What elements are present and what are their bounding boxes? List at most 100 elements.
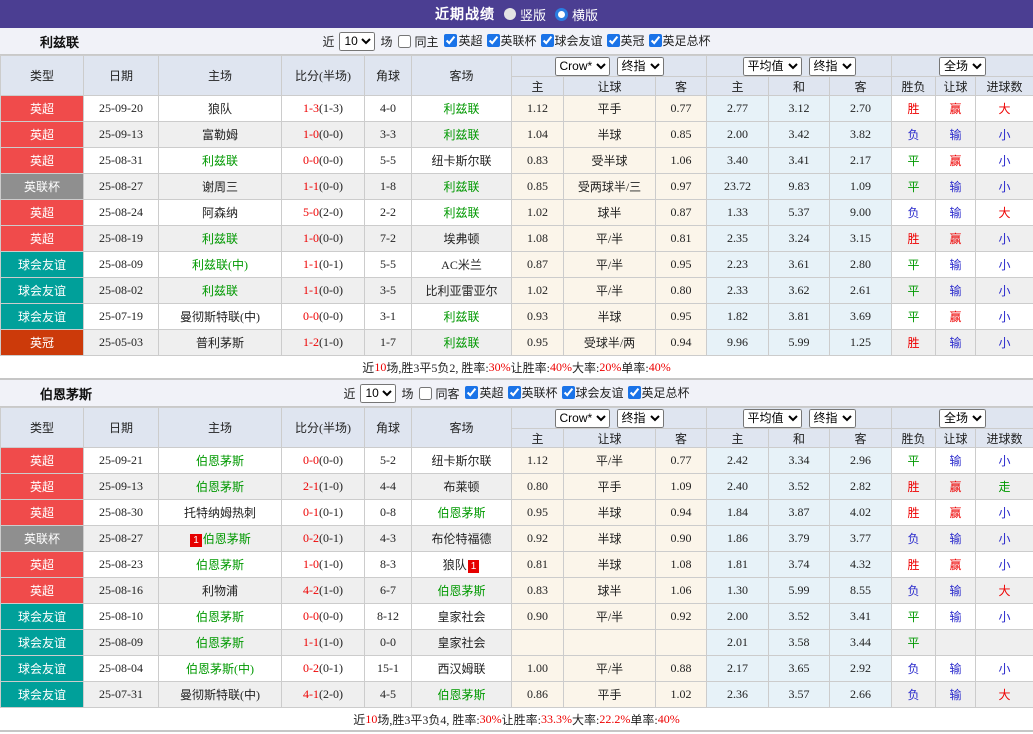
col-header-away: 客场 [412,408,512,448]
fulltime-score: 0-0 [303,453,319,467]
avg-away-odds: 2.61 [830,278,892,304]
handicap-line: 球半 [564,578,656,604]
result-goals: 大 [976,578,1033,604]
fulltime-score: 1-0 [303,231,319,245]
avg-draw-odds: 3.24 [769,226,830,252]
result-outcome: 平 [892,148,936,174]
match-date: 25-09-21 [84,448,159,474]
avg-home-odds: 1.86 [707,526,769,552]
league-filter[interactable]: 球会友谊 [537,32,603,49]
league-badge: 球会友谊 [1,656,84,682]
bookmaker-select[interactable]: Crow* [555,409,610,428]
horizontal-layout-radio[interactable]: 横版 [555,5,598,24]
league-filter-label: 英超 [458,32,482,49]
league-filter[interactable]: 英足总杯 [645,32,711,49]
team-label: 利兹联 [443,128,479,142]
sub-header-crow-away: 客 [656,429,707,448]
match-row: 英超25-08-24阿森纳5-0(2-0)2-2利兹联1.02球半0.871.3… [1,200,1033,226]
corner-score: 4-3 [365,526,412,552]
team-label: 曼彻斯特联(中) [180,310,260,324]
avg-home-odds: 9.96 [707,330,769,356]
league-filter[interactable]: 英联杯 [504,384,558,401]
league-filter-label: 英冠 [621,32,645,49]
fulltime-score: 0-2 [303,531,319,545]
league-badge: 球会友谊 [1,278,84,304]
odds-stage-select[interactable]: 终指 [617,409,664,428]
halftime-score: (0-0) [319,153,343,167]
league-filter-checkbox[interactable] [541,34,554,47]
league-filter[interactable]: 英超 [461,384,503,401]
home-team: 利物浦 [159,578,282,604]
bookmaker-select[interactable]: Crow* [555,57,610,76]
average-stage-select[interactable]: 终指 [809,57,856,76]
league-filter[interactable]: 英超 [440,32,482,49]
avg-away-odds: 9.00 [830,200,892,226]
summary-stat-label: 大率: [572,711,599,728]
fulltime-score: 1-3 [303,101,319,115]
league-badge: 英超 [1,122,84,148]
result-handicap: 输 [936,174,976,200]
home-team: 伯恩茅斯 [159,448,282,474]
home-team: 伯恩茅斯 [159,474,282,500]
league-filter-checkbox[interactable] [628,386,641,399]
league-filter[interactable]: 英冠 [603,32,645,49]
league-filter-checkbox[interactable] [508,386,521,399]
odds-stage-select[interactable]: 终指 [617,57,664,76]
summary-stat-value: 40% [658,712,680,727]
league-badge: 英冠 [1,330,84,356]
radio-unselected-icon[interactable] [504,8,516,20]
avg-away-odds: 2.66 [830,682,892,708]
home-team: 利兹联 [159,278,282,304]
corner-score: 4-5 [365,682,412,708]
league-filter-checkbox[interactable] [487,34,500,47]
avg-away-odds: 1.25 [830,330,892,356]
avg-away-odds: 2.82 [830,474,892,500]
average-select[interactable]: 平均值 [743,57,802,76]
league-filter[interactable]: 英足总杯 [624,384,690,401]
away-team: 利兹联 [412,330,512,356]
sub-header-avg-home: 主 [707,429,769,448]
result-handicap: 输 [936,200,976,226]
league-filter-checkbox[interactable] [562,386,575,399]
league-filter-checkbox[interactable] [649,34,662,47]
radio-selected-icon[interactable] [555,8,568,21]
fulltime-score: 2-1 [303,479,319,493]
team-label: 伯恩茅斯 [196,636,244,650]
same-venue-checkbox[interactable] [419,387,432,400]
team-label: 富勒姆 [202,128,238,142]
avg-away-odds: 3.69 [830,304,892,330]
summary-stat-value: 40% [649,360,671,375]
result-goals: 小 [976,148,1033,174]
same-venue-checkbox[interactable] [398,35,411,48]
summary-stat-label: 让胜率: [502,711,541,728]
average-stage-select[interactable]: 终指 [809,409,856,428]
summary-stat-label: 近 [353,711,365,728]
scope-select[interactable]: 全场 [939,57,986,76]
match-score: 0-0(0-0) [282,148,365,174]
team-label: 纽卡斯尔联 [431,154,491,168]
league-filter-checkbox[interactable] [444,34,457,47]
crow-away-odds: 1.06 [656,578,707,604]
handicap-line: 受半球 [564,148,656,174]
league-filter-checkbox[interactable] [465,386,478,399]
fulltime-score: 1-1 [303,179,319,193]
avg-away-odds: 2.96 [830,448,892,474]
match-score: 0-0(0-0) [282,604,365,630]
fulltime-score: 0-0 [303,609,319,623]
match-filters: 近 10 场 同主 英超英联杯球会友谊英冠英足总杯 [322,32,710,51]
home-team: 曼彻斯特联(中) [159,682,282,708]
team-label: 埃弗顿 [443,232,479,246]
team-label: 皇家社会 [437,636,485,650]
match-count-select[interactable]: 10 [360,384,396,403]
vertical-layout-radio[interactable]: 竖版 [504,5,546,24]
match-count-select[interactable]: 10 [339,32,375,51]
match-score: 0-0(0-0) [282,304,365,330]
league-filter[interactable]: 英联杯 [483,32,537,49]
league-filter-checkbox[interactable] [607,34,620,47]
average-select[interactable]: 平均值 [743,409,802,428]
team-label: 纽卡斯尔联 [431,454,491,468]
league-filter[interactable]: 球会友谊 [558,384,624,401]
scope-select[interactable]: 全场 [939,409,986,428]
sub-header-avg-draw: 和 [769,77,830,96]
crow-home-odds: 1.04 [512,122,564,148]
